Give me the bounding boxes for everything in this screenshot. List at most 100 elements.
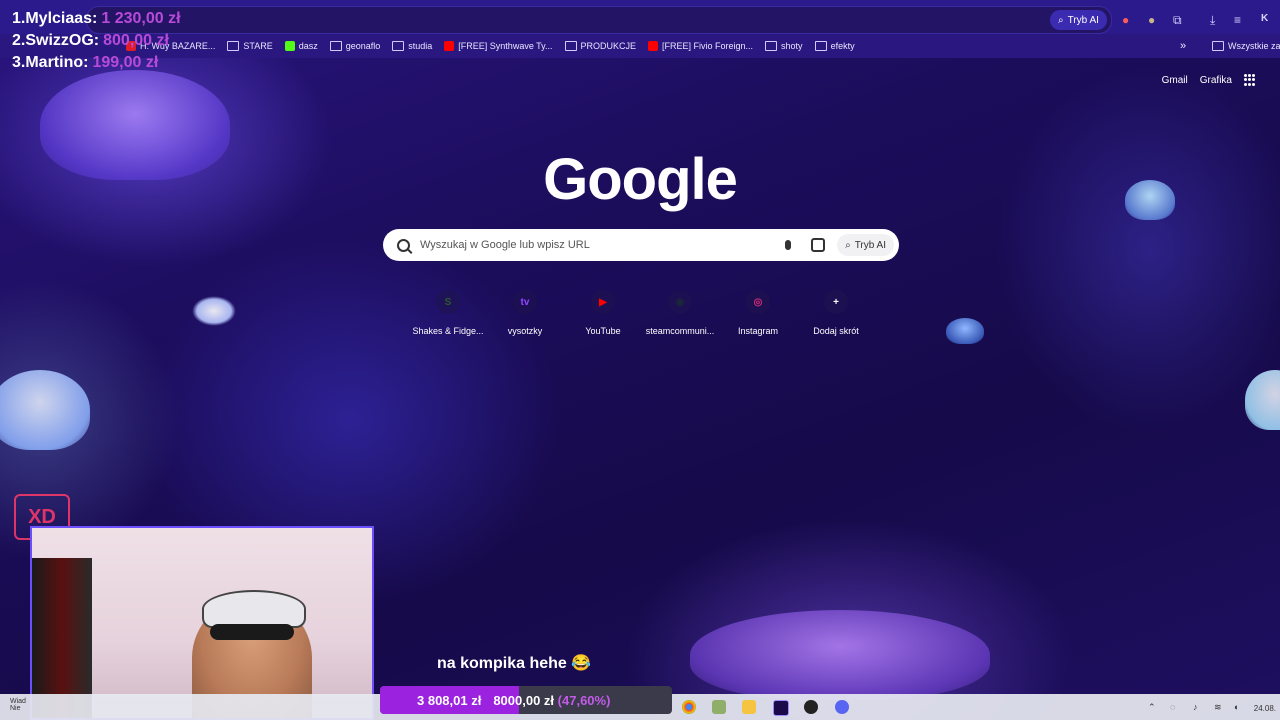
leaderboard-row: 1.Mylciaas: 1 230,00 zł	[12, 8, 181, 30]
reading-list-icon[interactable]: ≡	[1234, 13, 1241, 27]
bookmark-label: studia	[408, 41, 433, 51]
sparkle-search-icon: ⌕	[845, 239, 851, 251]
youtube-icon: ▶	[591, 290, 615, 314]
google-lens-icon[interactable]	[811, 238, 826, 252]
jellyfish-decoration	[0, 370, 90, 450]
donation-goal-bar: 3 808,01 zł 8000,00 zł (47,60%)	[380, 686, 672, 714]
app-icon[interactable]	[804, 700, 818, 714]
folder-icon	[765, 41, 778, 51]
shortcut-tile[interactable]: ◉ steamcommuni...	[640, 290, 720, 336]
bookmark-item[interactable]: dasz	[279, 41, 324, 51]
leaderboard-row: 3.Martino: 199,00 zł	[12, 52, 181, 74]
search-icon	[397, 238, 410, 252]
bookmark-item[interactable]: [FREE] Fivio Foreign...	[642, 41, 759, 51]
folder-icon	[329, 41, 342, 51]
folder-icon	[227, 41, 240, 51]
headphones	[210, 624, 294, 640]
app-icon[interactable]	[712, 700, 726, 714]
folder-icon	[814, 41, 827, 51]
instagram-icon: ◎	[746, 290, 770, 314]
bookmarks-bar: H: Wuy BAZARE... STARE dasz geonaflo studia[…	[0, 34, 1280, 58]
google-apps-icon[interactable]	[1244, 74, 1256, 86]
shortcut-tile[interactable]: ▶ YouTube	[563, 290, 643, 336]
leaderboard-name: 2.SwizzOG:	[12, 32, 100, 49]
tray-chevron-icon[interactable]: ⌃	[1148, 702, 1156, 713]
sparkle-search-icon: ⌕	[1058, 14, 1064, 26]
wifi-icon[interactable]: ≋	[1214, 702, 1222, 713]
shakes-fidget-icon: S	[436, 290, 460, 314]
bookmark-label: PRODUKCJE	[580, 41, 637, 51]
leaderboard-name: 3.Martino:	[12, 54, 89, 71]
youtube-icon	[648, 41, 659, 51]
download-icon[interactable]: ⤓	[1210, 13, 1215, 28]
kick-icon	[284, 41, 295, 51]
jellyfish-decoration	[946, 318, 984, 344]
all-bookmarks-label: Wszystkie zak	[1228, 41, 1280, 51]
webcam-feed	[30, 526, 374, 720]
google-logo: Google	[543, 147, 738, 212]
premiere-pro-icon[interactable]	[773, 700, 789, 716]
jellyfish-decoration	[690, 610, 990, 700]
shortcut-label: steamcommuni...	[645, 326, 715, 336]
shortcut-label: vysotzky	[507, 326, 543, 336]
youtube-icon	[444, 41, 455, 51]
shortcut-label: Dodaj skrót	[813, 326, 859, 336]
all-bookmarks-folder[interactable]: Wszystkie zak	[1206, 41, 1280, 51]
microphone-icon[interactable]	[785, 240, 792, 250]
shortcut-tile[interactable]: + Dodaj skrót	[796, 290, 876, 336]
shortcut-label: Instagram	[737, 326, 779, 336]
chrome-icon[interactable]	[682, 700, 696, 714]
leaderboard-amount: 199,00 zł	[92, 54, 159, 71]
bookmark-item[interactable]: geonaflo	[324, 41, 387, 51]
volume-icon[interactable]: ◖	[1233, 702, 1238, 712]
address-bar[interactable]	[86, 6, 1112, 34]
shortcut-tile[interactable]: ◎ Instagram	[718, 290, 798, 336]
file-explorer-icon[interactable]	[742, 700, 756, 714]
widgets-button[interactable]: Wiad Nie	[0, 694, 30, 720]
shortcut-label: Shakes & Fidge...	[412, 326, 484, 336]
bookmarks-overflow-button[interactable]: »	[1180, 40, 1186, 52]
folder-icon	[1212, 41, 1224, 51]
donation-current: 3 808,01 zł	[417, 692, 482, 708]
bookmark-label: [FREE] Fivio Foreign...	[662, 41, 754, 51]
bookmark-item[interactable]: shoty	[759, 41, 809, 51]
stream-caption: na kompika hehe 😂	[437, 655, 592, 672]
omnibox-ai-mode-label: Tryb AI	[1067, 14, 1099, 26]
search-input[interactable]: Wyszukaj w Google lub wpisz URL	[420, 239, 785, 251]
bookmark-label: geonaflo	[345, 41, 381, 51]
leaderboard-row: 2.SwizzOG: 800,00 zł	[12, 30, 181, 52]
shortcut-tile[interactable]: S Shakes & Fidge...	[408, 290, 488, 336]
steam-icon: ◉	[668, 290, 692, 314]
discord-icon[interactable]	[835, 700, 849, 714]
search-box[interactable]: Wyszukaj w Google lub wpisz URL ⌕ Tryb A…	[383, 229, 899, 261]
extensions-puzzle-icon[interactable]: ⧉	[1173, 13, 1182, 28]
network-icon[interactable]: ◌	[1170, 702, 1175, 712]
leaderboard-amount: 800,00 zł	[103, 32, 169, 49]
extension-red-icon[interactable]: ●	[1122, 13, 1129, 27]
shortcut-tile[interactable]: tv vysotzky	[485, 290, 565, 336]
profile-avatar[interactable]: K	[1261, 13, 1268, 24]
streamer-cap	[202, 590, 306, 628]
twitch-icon: tv	[513, 290, 537, 314]
bookmark-label: shoty	[781, 41, 803, 51]
folder-icon	[564, 41, 577, 51]
leaderboard-amount: 1 230,00 zł	[101, 10, 181, 27]
bookmark-label: dasz	[298, 41, 318, 51]
gmail-link[interactable]: Gmail	[1162, 75, 1188, 86]
omnibox-ai-mode-button[interactable]: ⌕ Tryb AI	[1050, 10, 1107, 30]
donation-goal: 8000,00 zł (47,60%)	[493, 692, 611, 708]
bookmark-item[interactable]: efekty	[809, 41, 861, 51]
google-top-links: Gmail Grafika	[1162, 74, 1256, 86]
leaderboard-name: 1.Mylciaas:	[12, 10, 98, 27]
grafika-link[interactable]: Grafika	[1200, 75, 1232, 86]
extension-globe-icon[interactable]: ●	[1148, 13, 1155, 27]
microphone-icon[interactable]: ♪	[1193, 702, 1198, 712]
bookmark-item[interactable]: PRODUKCJE	[559, 41, 643, 51]
bookmark-item[interactable]: studia	[386, 41, 438, 51]
plus-icon: +	[824, 290, 848, 314]
shortcut-label: YouTube	[585, 326, 621, 336]
clock[interactable]: 24.08.	[1254, 704, 1276, 713]
bookmark-item[interactable]: [FREE] Synthwave Ty...	[438, 41, 558, 51]
ai-mode-button[interactable]: ⌕ Tryb AI	[837, 234, 894, 256]
bookmark-item[interactable]: STARE	[221, 41, 278, 51]
